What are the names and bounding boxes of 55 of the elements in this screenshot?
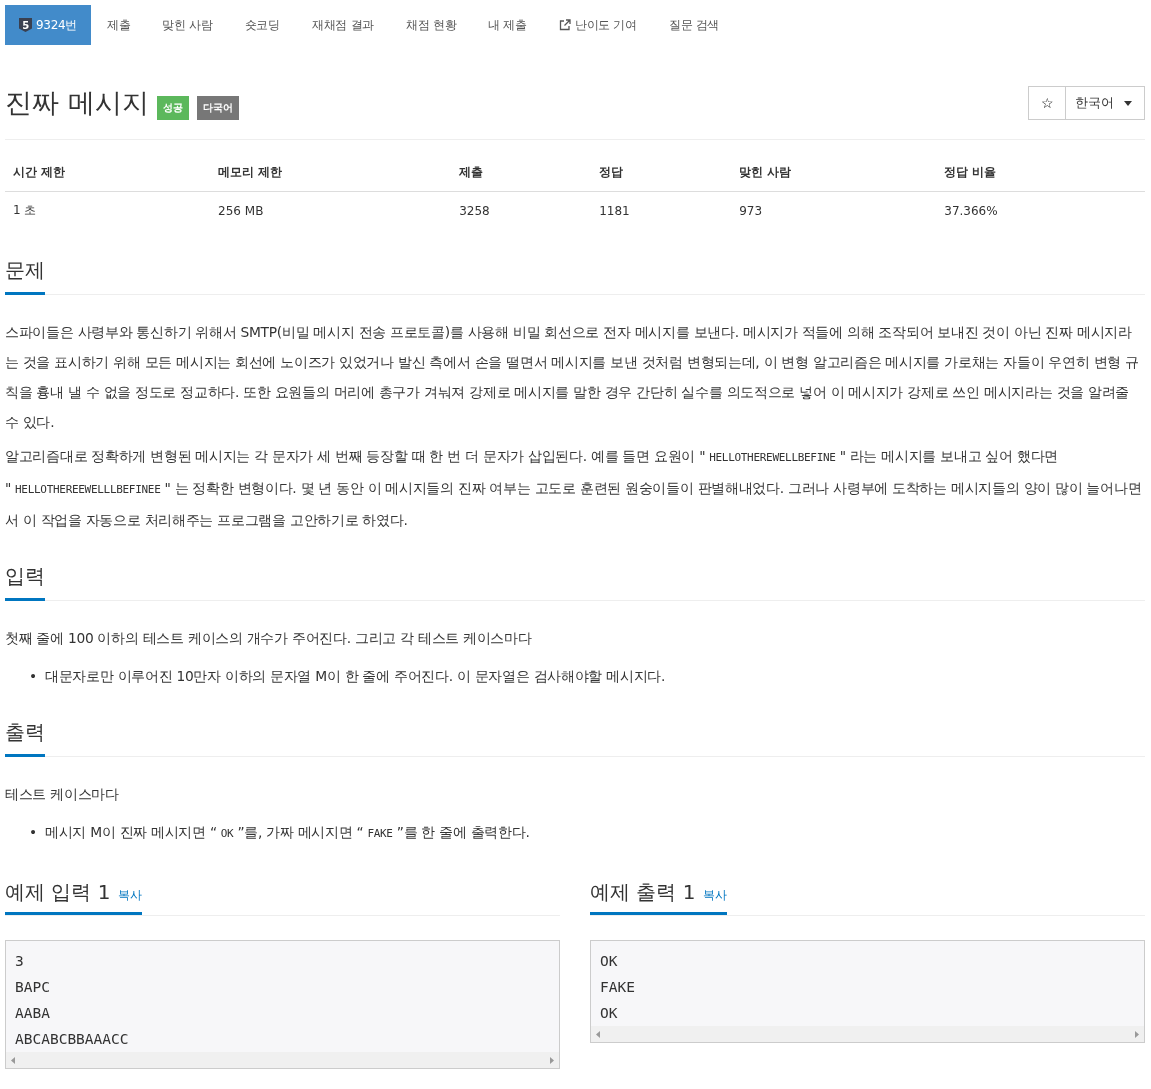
column-header: 정답 — [591, 154, 732, 192]
bullet-text: 메시지 M이 진짜 메시지면 “ OK ”를, 가짜 메시지면 “ FAKE ”를 한 줄에 출력한다. — [45, 823, 530, 842]
table-cell: 1181 — [591, 191, 732, 229]
status-label: 다국어 — [196, 96, 239, 120]
table-cell: 1 초 — [5, 191, 211, 229]
sample-heading: 예제 출력 1 — [590, 879, 696, 906]
nav-tab[interactable]: 맞힌 사람 — [146, 5, 229, 45]
table-cell: 256 MB — [210, 191, 452, 229]
column-header: 메모리 제한 — [210, 154, 452, 192]
copy-link[interactable]: 복사 — [703, 887, 728, 904]
paragraph: 테스트 케이스마다 — [5, 785, 120, 804]
external-link-icon — [558, 19, 571, 31]
section-heading: 문제 — [5, 257, 45, 295]
column-header: 시간 제한 — [5, 154, 211, 192]
paragraph: 첫째 줄에 100 이하의 테스트 케이스의 개수가 주어진다. 그리고 각 테스트 케이스마다 — [5, 629, 533, 648]
nav-tab[interactable]: 재채점 결과 — [295, 5, 390, 45]
nav-tab[interactable]: 내 제출 — [472, 5, 543, 45]
horizontal-scrollbar[interactable] — [6, 1052, 559, 1068]
table-cell: 973 — [731, 191, 937, 229]
problem-title: 진짜 메시지 — [5, 86, 149, 120]
sample-heading: 예제 입력 1 — [5, 879, 111, 906]
copy-link[interactable]: 복사 — [118, 887, 143, 904]
column-header: 제출 — [451, 154, 592, 192]
table-cell: 37.366% — [936, 191, 1145, 229]
section-heading: 입력 — [5, 563, 45, 601]
sample-line: OK — [600, 952, 619, 971]
paragraph: 알고리즘대로 정확하게 변형된 메시지는 각 문자가 세 번째 등장할 때 한 번 더 문자가 삽입된다. 예를 들면 요원이 " HELLOTHEREWELLBEFINE " 라는 메시지를 보내고 싶어 했다면 " HELLOTHEREEWELLLBEFINEE " 는 정확한 변형이다. 몇 년 동안 이 메시지들의 진짜 여부는 고도로 훈련된 원숭이들이 판별해내었다. 그러나 사령부에 도착하는 메시지들의 양이 많이 늘어나면서 이 작업을 자동으로 처리해주는 프로그램을 고안하기로 하였다. — [5, 447, 1143, 530]
scroll-left-icon[interactable] — [11, 1056, 15, 1064]
status-label: 성공 — [156, 96, 189, 120]
caret-icon — [1124, 100, 1132, 106]
problem-tab[interactable]: 5 9324번 — [5, 5, 92, 45]
sample-line: FAKE — [600, 978, 636, 997]
column-header: 맞힌 사람 — [731, 154, 937, 192]
tier-badge: 5 — [19, 18, 32, 32]
bullet-text: 대문자로만 이루어진 10만자 이하의 문자열 M이 한 줄에 주어진다. 이 문자열은 검사해야할 메시지다. — [45, 667, 666, 686]
horizontal-scrollbar[interactable] — [591, 1026, 1144, 1042]
sample-line: BAPC — [15, 978, 51, 997]
sample-line: 3 — [15, 952, 25, 971]
bullet-marker: • — [29, 823, 38, 842]
nav-tab[interactable]: 채점 현황 — [389, 5, 473, 45]
sample-line: OK — [600, 1004, 619, 1023]
sample-line: ABCABCBBAAACC — [15, 1030, 130, 1049]
sample-line: AABA — [15, 1004, 51, 1023]
scroll-right-icon[interactable] — [1135, 1030, 1139, 1038]
paragraph: 스파이들은 사령부와 통신하기 위해서 SMTP(비밀 메시지 전송 프로토콜)를 사용해 비밀 회선으로 전자 메시지를 보낸다. 메시지가 적들에 의해 조작되어 보내진 것이 아닌 진짜 메시지라는 것을 표시하기 위해 모든 메시지는 회선에 노이즈가 있었거나 발신 측에서 손을 떨면서 메시지를 보낸 것처럼 변형되는데, 이 변형 알고리즘은 메시지를 가로채는 자들이 우연히 변형 규칙을 흉내 낼 수 없을 정도로 정교하다. 또한 요원들의 머리에 총구가 겨눠져 강제로 메시지를 말한 경우 간단히 실수를 의도적으로 넣어 이 메시지가 강제로 쓰인 메시지라는 것을 알려줄 수 있다. — [5, 323, 1140, 432]
scroll-left-icon[interactable] — [596, 1030, 600, 1038]
nav-tab[interactable]: 제출 — [91, 5, 147, 45]
column-header: 정답 비율 — [936, 154, 1145, 192]
nav-tab[interactable]: 질문 검색 — [652, 5, 736, 45]
nav-tab[interactable]: 숏코딩 — [228, 5, 296, 45]
nav-tab[interactable]: 난이도 기여 — [542, 5, 653, 45]
table-cell: 3258 — [451, 191, 592, 229]
bullet-marker: • — [29, 667, 38, 686]
scroll-right-icon[interactable] — [550, 1056, 554, 1064]
section-heading: 출력 — [5, 719, 45, 757]
